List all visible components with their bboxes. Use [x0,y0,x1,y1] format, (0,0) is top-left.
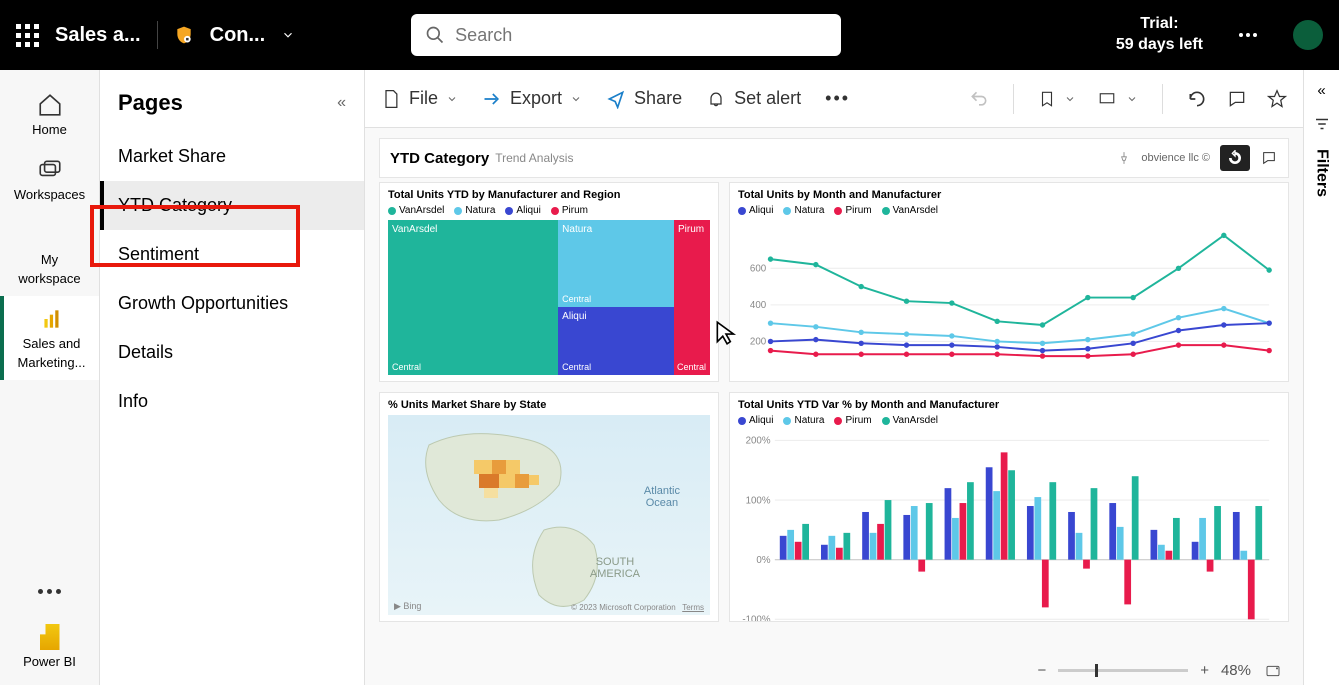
export-icon [482,89,502,109]
undo-icon[interactable] [969,89,989,109]
sensitivity-label[interactable]: Con... [210,24,266,47]
expand-icon[interactable]: « [1317,82,1325,99]
report-subtitle: Trend Analysis [495,151,573,165]
bar-chart-svg: -100%0%100%200%Jan-14Feb-14Mar-14Apr-14M… [738,430,1280,622]
zoom-value: 48% [1221,662,1251,679]
trial-status[interactable]: Trial: 59 days left [1116,14,1203,56]
share-icon [606,89,626,109]
bookmark-button[interactable] [1038,89,1076,109]
zoom-slider[interactable] [1058,669,1188,672]
reset-button[interactable] [1220,145,1250,171]
toolbar: File Export Share Set alert ••• [365,70,1303,128]
page-sentiment[interactable]: Sentiment [100,230,364,279]
page-market-share[interactable]: Market Share [100,132,364,181]
nav-sales-marketing[interactable]: Sales and Marketing... [0,296,99,380]
svg-text:100%: 100% [746,495,771,506]
report-canvas: YTD Category Trend Analysis obvience llc… [365,128,1303,685]
svg-text:200: 200 [750,337,767,348]
view-button[interactable] [1096,90,1138,108]
chevron-down-icon [1126,93,1138,105]
map-svg [388,415,710,615]
legend: VanArsdel Natura Aliqui Pirum [388,205,710,216]
terms-link[interactable]: Terms [682,603,704,612]
pin-icon[interactable] [1117,151,1131,165]
viz-bar-chart[interactable]: Total Units YTD Var % by Month and Manuf… [729,392,1289,622]
file-icon [381,89,401,109]
chevron-down-icon [1064,93,1076,105]
search-input[interactable] [455,25,827,46]
nav-powerbi[interactable]: Power BI [0,614,99,685]
comment-icon[interactable] [1260,150,1278,166]
filter-icon[interactable] [1313,115,1331,133]
reset-icon [1227,150,1243,166]
nav-more-icon[interactable] [38,569,61,614]
page-growth-opportunities[interactable]: Growth Opportunities [100,279,364,328]
refresh-icon[interactable] [1187,89,1207,109]
chevron-down-icon [446,93,458,105]
share-button[interactable]: Share [606,88,682,109]
line-chart-svg: 200400600Jan-14Feb-14Mar-14Apr-14May-14J… [738,220,1280,382]
more-icon[interactable] [1239,33,1257,37]
filters-label[interactable]: Filters [1313,149,1331,197]
svg-text:-100%: -100% [742,615,771,622]
sensitivity-shield-icon[interactable] [174,24,194,46]
star-icon[interactable] [1267,89,1287,109]
nav-workspaces[interactable]: Workspaces [0,147,99,212]
app-launcher-icon[interactable] [16,24,39,47]
avatar[interactable] [1293,20,1323,50]
report-header: YTD Category Trend Analysis obvience llc… [379,138,1289,178]
pages-panel: Pages « Market Share YTD Category Sentim… [100,70,365,685]
zoom-out-button[interactable]: − [1037,662,1046,679]
comment-icon[interactable] [1227,89,1247,109]
zoom-in-button[interactable]: + [1200,662,1209,679]
legend: Aliqui Natura Pirum VanArsdel [738,415,1280,426]
page-ytd-category[interactable]: YTD Category [100,181,364,230]
svg-text:0%: 0% [756,555,770,566]
export-button[interactable]: Export [482,88,582,109]
view-icon [1096,90,1118,108]
main-area: File Export Share Set alert ••• [365,70,1303,685]
chevron-down-icon [570,93,582,105]
legend: Aliqui Natura Pirum VanArsdel [738,205,1280,216]
viz-map[interactable]: % Units Market Share by State Atlantic O… [379,392,719,622]
filters-panel: « Filters [1303,70,1339,685]
svg-text:200%: 200% [746,436,771,447]
chevron-down-icon[interactable] [281,28,295,42]
nav-home[interactable]: Home [0,82,99,147]
top-bar: Sales a... Con... Trial: 59 days left [0,0,1339,70]
search-icon [425,25,445,45]
app-title[interactable]: Sales a... [55,24,141,47]
pages-title: Pages [118,90,183,116]
page-details[interactable]: Details [100,328,364,377]
report-icon [39,306,65,332]
file-button[interactable]: File [381,88,458,109]
bookmark-icon [1038,89,1056,109]
nav-my-workspace[interactable]: My workspace [0,212,99,296]
attribution: obvience llc © [1141,152,1210,164]
powerbi-icon [40,624,60,650]
set-alert-button[interactable]: Set alert [706,88,801,109]
report-title: YTD Category [390,150,489,167]
svg-text:400: 400 [750,300,767,311]
fit-page-icon[interactable] [1263,663,1283,679]
zoom-control: − + 48% [1037,662,1283,679]
page-info[interactable]: Info [100,377,364,426]
viz-line-chart[interactable]: Total Units by Month and Manufacturer Al… [729,182,1289,382]
bell-icon [706,89,726,109]
viz-treemap[interactable]: Total Units YTD by Manufacturer and Regi… [379,182,719,382]
collapse-icon[interactable]: « [337,94,346,112]
left-nav: Home Workspaces My workspace Sales and M… [0,70,100,685]
search-box[interactable] [411,14,841,56]
svg-text:600: 600 [750,264,767,275]
more-button[interactable]: ••• [825,88,850,109]
workspaces-icon [37,157,63,183]
divider [157,21,158,49]
home-icon [37,92,63,118]
